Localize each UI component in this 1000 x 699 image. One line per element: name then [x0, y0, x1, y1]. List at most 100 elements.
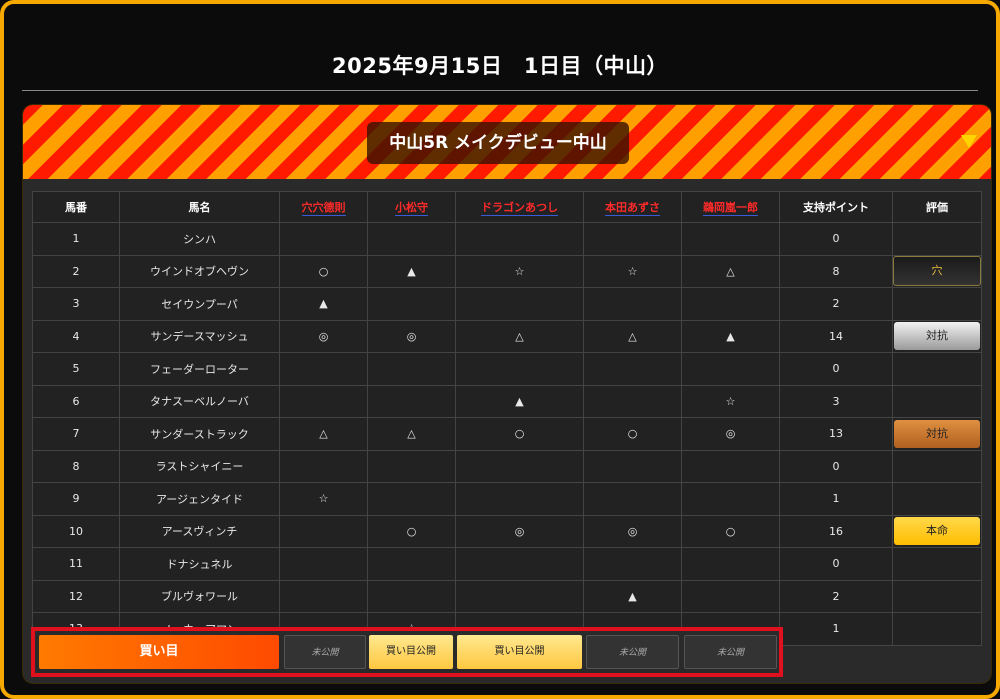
- header-predictor[interactable]: ドラゴンあつし: [455, 191, 584, 223]
- horse-number: 10: [32, 514, 120, 548]
- prediction-mark: [367, 547, 456, 581]
- support-points: 1: [779, 612, 893, 646]
- prediction-mark: [681, 352, 780, 386]
- page-frame: 2025年9月15日 1日目（中山） 中山5R メイクデビュー中山 馬番 馬名 …: [0, 0, 1000, 699]
- prediction-mark: ▲: [583, 579, 682, 613]
- prediction-mark: ○: [367, 514, 456, 548]
- buy-label-button[interactable]: 買い目: [39, 635, 279, 669]
- buy-private-cell[interactable]: 未公開: [684, 635, 777, 669]
- prediction-mark: [367, 352, 456, 386]
- eval-cell: [892, 352, 982, 386]
- predictor-link[interactable]: 本田あずさ: [605, 201, 660, 216]
- table-header-row: 馬番 馬名 穴穴德則 小松守 ドラゴンあつし 本田あずさ 鵜岡嵐一郎 支持ポイン…: [32, 191, 982, 223]
- horse-number: 12: [32, 579, 120, 613]
- header-predictor[interactable]: 穴穴德則: [279, 191, 368, 223]
- horse-name: フェーダーローター: [119, 352, 280, 386]
- horse-name: セイウンプーパ: [119, 287, 280, 321]
- prediction-mark: [681, 547, 780, 581]
- prediction-mark: ◎: [455, 514, 584, 548]
- eval-badge[interactable]: 対抗: [894, 322, 980, 351]
- buy-private-cell[interactable]: 未公開: [284, 635, 366, 669]
- table-row: 4 サンデースマッシュ ◎ ◎ △ △ ▲ 14 対抗: [32, 319, 982, 353]
- prediction-mark: ○: [681, 514, 780, 548]
- prediction-mark: [367, 384, 456, 418]
- prediction-mark: [681, 579, 780, 613]
- prediction-mark: [279, 547, 368, 581]
- prediction-mark: ☆: [455, 254, 584, 288]
- prediction-mark: [367, 222, 456, 256]
- eval-cell: [892, 547, 982, 581]
- horse-name: ブルヴォワール: [119, 579, 280, 613]
- support-points: 2: [779, 287, 893, 321]
- prediction-mark: [367, 482, 456, 516]
- prediction-mark: ☆: [681, 384, 780, 418]
- prediction-mark: △: [583, 319, 682, 353]
- prediction-mark: ◎: [583, 514, 682, 548]
- header-predictor[interactable]: 本田あずさ: [583, 191, 682, 223]
- page-title: 2025年9月15日 1日目（中山）: [332, 54, 668, 78]
- horse-number: 3: [32, 287, 120, 321]
- horse-name: アースヴィンチ: [119, 514, 280, 548]
- collapse-triangle-icon[interactable]: [961, 135, 977, 148]
- eval-badge[interactable]: 穴: [893, 256, 981, 287]
- race-card: 中山5R メイクデビュー中山 馬番 馬名 穴穴德則 小松守 ドラゴンあつし 本田…: [23, 105, 991, 683]
- eval-cell: 対抗: [892, 417, 982, 451]
- table-row: 6 タナスーベルノーバ ▲ ☆ 3: [32, 384, 982, 418]
- table-row: 9 アージェンタイド ☆ 1: [32, 482, 982, 516]
- prediction-mark: [583, 547, 682, 581]
- prediction-mark: ▲: [455, 384, 584, 418]
- eval-cell: [892, 612, 982, 646]
- prediction-mark: ▲: [279, 287, 368, 321]
- prediction-mark: [279, 222, 368, 256]
- prediction-mark: [367, 287, 456, 321]
- header-support: 支持ポイント: [779, 191, 893, 223]
- support-points: 2: [779, 579, 893, 613]
- eval-badge[interactable]: 対抗: [894, 419, 980, 448]
- prediction-mark: [455, 547, 584, 581]
- predictor-link[interactable]: ドラゴンあつし: [481, 201, 558, 216]
- horse-name: シンハ: [119, 222, 280, 256]
- prediction-mark: ○: [583, 417, 682, 451]
- buy-private-cell[interactable]: 未公開: [586, 635, 679, 669]
- prediction-mark: ◎: [279, 319, 368, 353]
- prediction-mark: △: [455, 319, 584, 353]
- horse-number: 5: [32, 352, 120, 386]
- horse-number: 6: [32, 384, 120, 418]
- prediction-mark: [455, 222, 584, 256]
- eval-cell: 本命: [892, 514, 982, 548]
- prediction-mark: △: [279, 417, 368, 451]
- header-predictor[interactable]: 鵜岡嵐一郎: [681, 191, 780, 223]
- prediction-mark: ▲: [367, 254, 456, 288]
- predictor-link[interactable]: 小松守: [395, 201, 428, 216]
- support-points: 14: [779, 319, 893, 353]
- table-row: 10 アースヴィンチ ○ ◎ ◎ ○ 16 本命: [32, 514, 982, 548]
- prediction-table: 馬番 馬名 穴穴德則 小松守 ドラゴンあつし 本田あずさ 鵜岡嵐一郎 支持ポイン…: [32, 191, 982, 646]
- horse-name: アージェンタイド: [119, 482, 280, 516]
- eval-cell: [892, 579, 982, 613]
- horse-name: タナスーベルノーバ: [119, 384, 280, 418]
- prediction-mark: [583, 222, 682, 256]
- prediction-mark: [681, 482, 780, 516]
- buy-public-button[interactable]: 買い目公開: [457, 635, 582, 669]
- table-row: 1 シンハ 0: [32, 222, 982, 256]
- eval-badge[interactable]: 本命: [894, 517, 980, 546]
- eval-cell: [892, 287, 982, 321]
- prediction-mark: ○: [279, 254, 368, 288]
- buy-public-button[interactable]: 買い目公開: [369, 635, 453, 669]
- prediction-mark: [455, 449, 584, 483]
- prediction-mark: [455, 482, 584, 516]
- predictor-link[interactable]: 鵜岡嵐一郎: [703, 201, 758, 216]
- prediction-mark: ○: [455, 417, 584, 451]
- race-name: 中山5R メイクデビュー中山: [367, 122, 629, 164]
- support-points: 0: [779, 449, 893, 483]
- buy-bar: 買い目 未公開 買い目公開 買い目公開 未公開 未公開: [31, 627, 783, 677]
- support-points: 13: [779, 417, 893, 451]
- horse-name: サンデースマッシュ: [119, 319, 280, 353]
- prediction-mark: [279, 352, 368, 386]
- support-points: 3: [779, 384, 893, 418]
- eval-cell: [892, 384, 982, 418]
- support-points: 0: [779, 222, 893, 256]
- predictor-link[interactable]: 穴穴德則: [301, 201, 346, 216]
- header-predictor[interactable]: 小松守: [367, 191, 456, 223]
- header-name: 馬名: [119, 191, 280, 223]
